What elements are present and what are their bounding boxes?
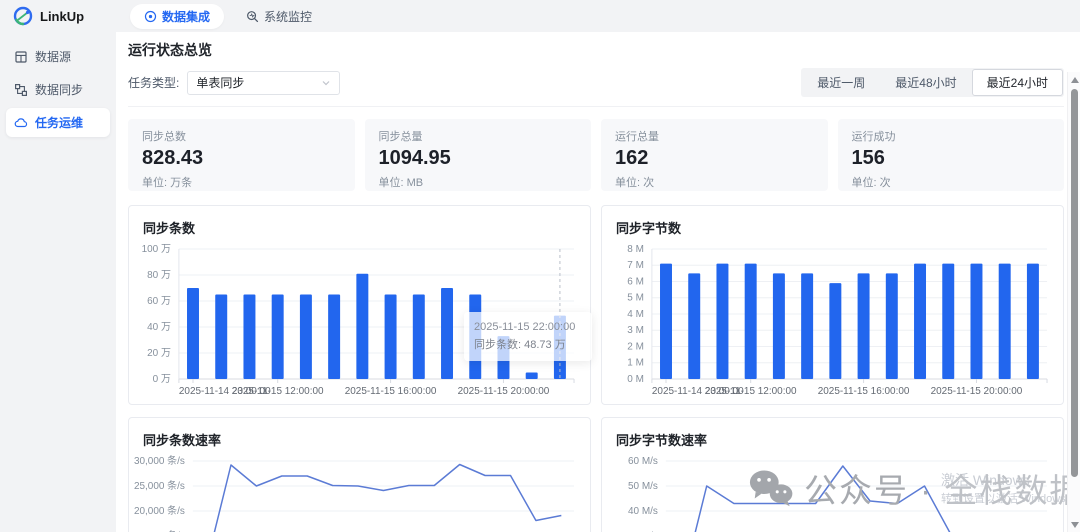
stat-card-sync-volume: 同步总量 1094.95 单位: MB <box>365 119 592 191</box>
stats-row: 同步总数 828.43 单位: 万条 同步总量 1094.95 单位: MB 运… <box>128 119 1064 191</box>
stat-value: 1094.95 <box>379 147 578 170</box>
brand: LinkUp <box>12 5 116 27</box>
svg-text:2025-11-15 20:00:00: 2025-11-15 20:00:00 <box>458 386 550 397</box>
stat-card-run-total: 运行总量 162 单位: 次 <box>601 119 828 191</box>
stat-label: 运行总量 <box>615 128 814 144</box>
stat-label: 同步总量 <box>379 128 578 144</box>
svg-text:100 万: 100 万 <box>142 244 171 255</box>
svg-text:6 M: 6 M <box>627 276 644 287</box>
svg-text:0 万: 0 万 <box>153 374 171 385</box>
svg-text:0 M: 0 M <box>627 374 644 385</box>
svg-text:20 万: 20 万 <box>147 348 171 359</box>
svg-text:3 M: 3 M <box>627 325 644 336</box>
stat-unit: 单位: MB <box>379 174 578 190</box>
stat-unit: 单位: 万条 <box>142 174 341 190</box>
scrollbar-up-arrow[interactable] <box>1071 77 1079 83</box>
chart-card-sync-rows-rate: 同步条数速率 10,000 条/s15,000 条/s20,000 条/s25,… <box>128 417 591 532</box>
svg-text:2025-11-15 12:00:00: 2025-11-15 12:00:00 <box>232 386 324 397</box>
system-monitor-icon <box>246 10 259 23</box>
data-sync-icon <box>14 83 28 97</box>
svg-text:2025-11-15 12:00:00: 2025-11-15 12:00:00 <box>705 386 797 397</box>
svg-text:40 万: 40 万 <box>147 322 171 333</box>
svg-text:30,000 条/s: 30,000 条/s <box>134 454 185 467</box>
vertical-scrollbar[interactable] <box>1067 72 1080 532</box>
top-navbar: LinkUp 数据集成 系统监控 <box>0 0 1080 32</box>
stat-card-sync-count: 同步总数 828.43 单位: 万条 <box>128 119 355 191</box>
task-ops-cloud-icon <box>14 116 28 130</box>
page-title: 运行状态总览 <box>128 40 1064 60</box>
svg-text:40 M/s: 40 M/s <box>628 506 658 517</box>
scrollbar-down-arrow[interactable] <box>1071 522 1079 528</box>
svg-text:60 M/s: 60 M/s <box>628 456 658 467</box>
topnav-item-data-integration[interactable]: 数据集成 <box>130 4 224 29</box>
wechat-icon <box>748 468 794 508</box>
topnav-label: 系统监控 <box>264 8 312 25</box>
wechat-watermark: 公众号 · 全栈数据 <box>748 464 1080 512</box>
data-integration-icon <box>144 10 157 23</box>
task-type-select[interactable]: 单表同步 <box>187 71 340 95</box>
chart-title: 同步条数 <box>129 206 590 241</box>
stat-value: 162 <box>615 147 814 170</box>
linkup-logo-icon <box>12 5 34 27</box>
sidebar-item-task-ops[interactable]: 任务运维 <box>6 108 110 137</box>
controls-row: 任务类型: 单表同步 最近一周 最近48小时 最近24小时 <box>128 68 1064 97</box>
main-content: 运行状态总览 任务类型: 单表同步 最近一周 最近48小时 最近24小时 <box>116 32 1080 532</box>
sync-rows-rate-line-chart[interactable]: 10,000 条/s15,000 条/s20,000 条/s25,000 条/s… <box>129 453 590 532</box>
svg-text:20,000 条/s: 20,000 条/s <box>134 504 185 517</box>
range-button-week[interactable]: 最近一周 <box>802 69 880 96</box>
svg-text:2025-11-15 16:00:00: 2025-11-15 16:00:00 <box>818 386 910 397</box>
time-range-group: 最近一周 最近48小时 最近24小时 <box>801 68 1064 97</box>
svg-text:4 M: 4 M <box>627 309 644 320</box>
sidebar-item-data-sync[interactable]: 数据同步 <box>6 75 110 104</box>
svg-text:2025-11-15 20:00:00: 2025-11-15 20:00:00 <box>931 386 1023 397</box>
sidebar-item-label: 数据同步 <box>35 81 83 98</box>
svg-text:5 M: 5 M <box>627 293 644 304</box>
stat-label: 运行成功 <box>852 128 1051 144</box>
svg-text:60 万: 60 万 <box>147 296 171 307</box>
svg-text:25,000 条/s: 25,000 条/s <box>134 479 185 492</box>
stat-value: 156 <box>852 147 1051 170</box>
sidebar-item-label: 数据源 <box>35 48 71 65</box>
data-source-icon <box>14 50 28 64</box>
chart-title: 同步条数速率 <box>129 418 590 453</box>
sidebar-item-data-source[interactable]: 数据源 <box>6 42 110 71</box>
svg-text:8 M: 8 M <box>627 244 644 255</box>
chart-card-sync-bytes: 同步字节数 0 M 1 M 2 M 3 M 4 M 5 M 6 M 7 M 8 M 2025-11… <box>601 205 1064 405</box>
svg-text:80 万: 80 万 <box>147 270 171 281</box>
chart-card-sync-rows: 同步条数 0 万20 万40 万60 万80 万100 万2025-11-14 … <box>128 205 591 405</box>
stat-card-run-success: 运行成功 156 单位: 次 <box>838 119 1065 191</box>
page-header: 运行状态总览 任务类型: 单表同步 最近一周 最近48小时 最近24小时 <box>128 32 1064 107</box>
stat-unit: 单位: 次 <box>852 174 1051 190</box>
brand-name: LinkUp <box>40 9 84 24</box>
range-button-24h[interactable]: 最近24小时 <box>972 69 1063 96</box>
sidebar: 数据源 数据同步 任务运维 <box>0 32 116 532</box>
chart-title: 同步字节数 <box>602 206 1063 241</box>
scrollbar-thumb[interactable] <box>1071 89 1078 477</box>
svg-text:50 M/s: 50 M/s <box>628 481 658 492</box>
chevron-down-icon <box>321 78 331 88</box>
svg-text:2 M: 2 M <box>627 341 644 352</box>
sync-rows-bar-chart[interactable]: 0 万20 万40 万60 万80 万100 万2025-11-14 23:00… <box>129 241 590 403</box>
stat-value: 828.43 <box>142 147 341 170</box>
svg-text:2025-11-15 16:00:00: 2025-11-15 16:00:00 <box>345 386 437 397</box>
watermark-text: 公众号 · 全栈数据 <box>804 464 1080 512</box>
range-button-48h[interactable]: 最近48小时 <box>880 69 971 96</box>
stat-label: 同步总数 <box>142 128 341 144</box>
svg-text:1 M: 1 M <box>627 358 644 369</box>
stat-unit: 单位: 次 <box>615 174 814 190</box>
chart-title: 同步字节数速率 <box>602 418 1063 453</box>
task-type-label: 任务类型: <box>128 74 179 91</box>
sync-bytes-bar-chart[interactable]: 0 M1 M2 M3 M4 M5 M6 M7 M8 M2025-11-14 23… <box>602 241 1063 403</box>
task-type-selected-value: 单表同步 <box>196 74 244 91</box>
top-navigation: 数据集成 系统监控 <box>130 4 312 29</box>
svg-text:7 M: 7 M <box>627 260 644 271</box>
topnav-item-system-monitor[interactable]: 系统监控 <box>246 8 312 25</box>
topnav-label: 数据集成 <box>162 8 210 25</box>
sidebar-item-label: 任务运维 <box>35 114 83 131</box>
